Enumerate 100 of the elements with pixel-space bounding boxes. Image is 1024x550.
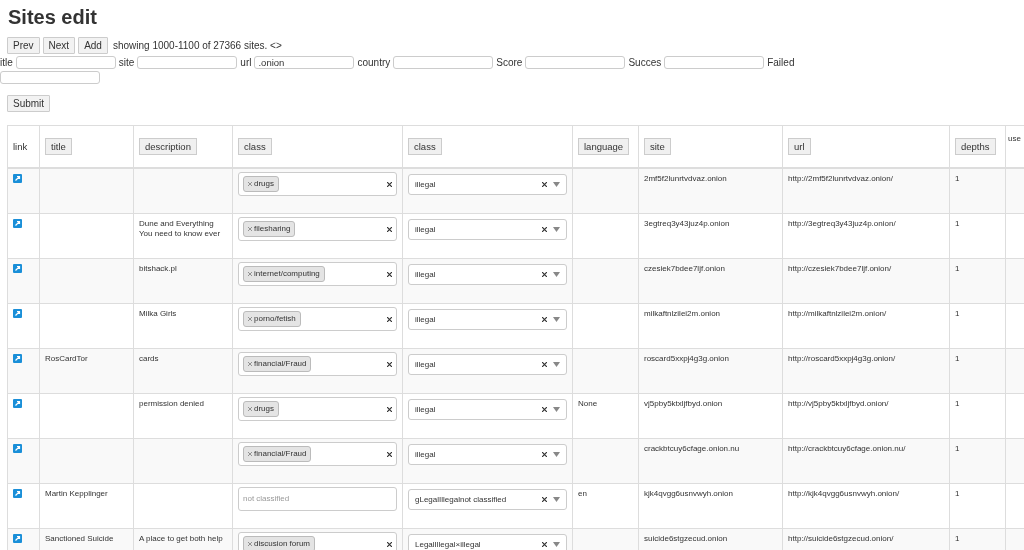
column-sort-button[interactable]: url xyxy=(788,138,811,155)
table-cell: vj5pby5ktxljfbyd.onion xyxy=(644,399,723,408)
column-sort-button[interactable]: title xyxy=(45,138,72,155)
class-tag[interactable]: internet/computing xyxy=(243,266,325,282)
filter-label: site xyxy=(118,57,135,68)
external-link-icon[interactable] xyxy=(13,174,22,183)
table-cell: http://crackbtcuy6cfage.onion.nu/ xyxy=(788,444,906,453)
filter-label: Score xyxy=(496,57,523,68)
class-select[interactable]: illegal xyxy=(408,219,567,240)
clear-icon[interactable] xyxy=(542,497,547,502)
clear-icon[interactable] xyxy=(542,452,547,457)
table-cell: A place to get both help xyxy=(139,534,223,543)
caret-icon[interactable] xyxy=(553,182,560,187)
caret-icon[interactable] xyxy=(553,317,560,322)
remove-icon[interactable] xyxy=(248,272,252,276)
class-tag[interactable]: porno/fetish xyxy=(243,311,301,327)
caret-icon[interactable] xyxy=(553,272,560,277)
external-link-icon[interactable] xyxy=(13,309,22,318)
pager-button[interactable]: Add xyxy=(78,37,108,54)
filter-field[interactable] xyxy=(137,56,238,69)
remove-icon[interactable] xyxy=(248,227,252,231)
table-cell: 3egtreq3y43juz4p.onion xyxy=(644,219,730,228)
clear-icon[interactable] xyxy=(542,227,547,232)
remove-icon[interactable] xyxy=(248,452,252,456)
external-link-icon[interactable] xyxy=(13,489,22,498)
column-sort-button[interactable]: description xyxy=(139,138,197,155)
column-sort-button[interactable]: language xyxy=(578,138,630,155)
class-multiselect[interactable]: discusion forum xyxy=(238,532,397,550)
class-tag[interactable]: discusion forum xyxy=(243,536,316,550)
class-multiselect[interactable]: filesharing xyxy=(238,217,397,241)
clear-icon[interactable] xyxy=(387,451,392,457)
clear-icon[interactable] xyxy=(387,181,392,187)
clear-icon[interactable] xyxy=(387,406,392,412)
clear-icon[interactable] xyxy=(387,271,392,277)
filter-field[interactable] xyxy=(664,56,765,69)
class-select[interactable]: illegal xyxy=(408,264,567,285)
caret-icon[interactable] xyxy=(553,542,560,547)
class-multiselect[interactable]: internet/computing xyxy=(238,262,397,286)
table-cell: 1 xyxy=(955,399,960,408)
pager-button[interactable]: Next xyxy=(42,37,76,54)
external-link-icon[interactable] xyxy=(13,354,22,363)
external-link-icon[interactable] xyxy=(13,444,22,453)
remove-icon[interactable] xyxy=(248,542,252,546)
column-sort-button[interactable]: class xyxy=(408,138,442,155)
clear-icon[interactable] xyxy=(387,316,392,322)
class-select[interactable]: illegal xyxy=(408,174,567,195)
remove-icon[interactable] xyxy=(248,362,252,366)
filter-field[interactable] xyxy=(0,71,100,84)
external-link-icon[interactable] xyxy=(13,219,22,228)
external-link-icon[interactable] xyxy=(13,264,22,273)
clear-icon[interactable] xyxy=(542,362,547,367)
column-sort-button[interactable]: class xyxy=(238,138,272,155)
class-select[interactable]: gLegalIllegalnot classified xyxy=(408,489,567,510)
class-select[interactable]: illegal xyxy=(408,309,567,330)
clear-icon[interactable] xyxy=(387,226,392,232)
clear-icon[interactable] xyxy=(542,317,547,322)
remove-icon[interactable] xyxy=(248,317,252,321)
class-select[interactable]: illegal xyxy=(408,444,567,465)
table-cell: kjk4qvgg6usnvwyh.onion xyxy=(644,489,733,498)
pager-button[interactable]: Prev xyxy=(7,37,40,54)
filter-field[interactable] xyxy=(393,56,494,69)
class-multiselect[interactable]: drugs xyxy=(238,172,397,196)
column-sort-button[interactable]: depths xyxy=(955,138,996,155)
caret-icon[interactable] xyxy=(553,497,560,502)
remove-icon[interactable] xyxy=(248,407,252,411)
caret-icon[interactable] xyxy=(553,452,560,457)
remove-icon[interactable] xyxy=(248,182,252,186)
class-multiselect[interactable]: financial/Fraud xyxy=(238,352,397,376)
clear-icon[interactable] xyxy=(387,541,392,547)
class-tag[interactable]: financial/Fraud xyxy=(243,356,312,372)
external-link-icon[interactable] xyxy=(13,399,22,408)
class-tag[interactable]: financial/Fraud xyxy=(243,446,312,462)
class-select[interactable]: illegal xyxy=(408,399,567,420)
caret-icon[interactable] xyxy=(553,362,560,367)
table-cell: czesiek7bdee7ljf.onion xyxy=(644,264,725,273)
class-tag[interactable]: filesharing xyxy=(243,221,296,237)
class-select[interactable]: LegalIllegal×illegal xyxy=(408,534,567,550)
table-cell: milkaftnlzilei2m.onion xyxy=(644,309,721,318)
clear-icon[interactable] xyxy=(542,542,547,547)
table-cell: RosCardTor xyxy=(45,354,88,363)
clear-icon[interactable] xyxy=(542,272,547,277)
class-multiselect[interactable]: drugs xyxy=(238,397,397,421)
clear-icon[interactable] xyxy=(542,407,547,412)
table-cell: 1 xyxy=(955,489,960,498)
external-link-icon[interactable] xyxy=(13,534,22,543)
submit-button[interactable]: Submit xyxy=(7,95,51,112)
class-tag[interactable]: drugs xyxy=(243,401,279,417)
clear-icon[interactable] xyxy=(542,182,547,187)
caret-icon[interactable] xyxy=(553,407,560,412)
table-cell: 1 xyxy=(955,354,960,363)
class-select[interactable]: illegal xyxy=(408,354,567,375)
filter-field[interactable]: .onion xyxy=(254,56,355,69)
class-multiselect[interactable]: financial/Fraud xyxy=(238,442,397,466)
column-sort-button[interactable]: site xyxy=(644,138,671,155)
caret-icon[interactable] xyxy=(553,227,560,232)
filter-field[interactable] xyxy=(15,56,116,69)
clear-icon[interactable] xyxy=(387,361,392,367)
class-tag[interactable]: drugs xyxy=(243,176,279,192)
class-multiselect[interactable]: porno/fetish xyxy=(238,307,397,331)
filter-field[interactable] xyxy=(525,56,626,69)
